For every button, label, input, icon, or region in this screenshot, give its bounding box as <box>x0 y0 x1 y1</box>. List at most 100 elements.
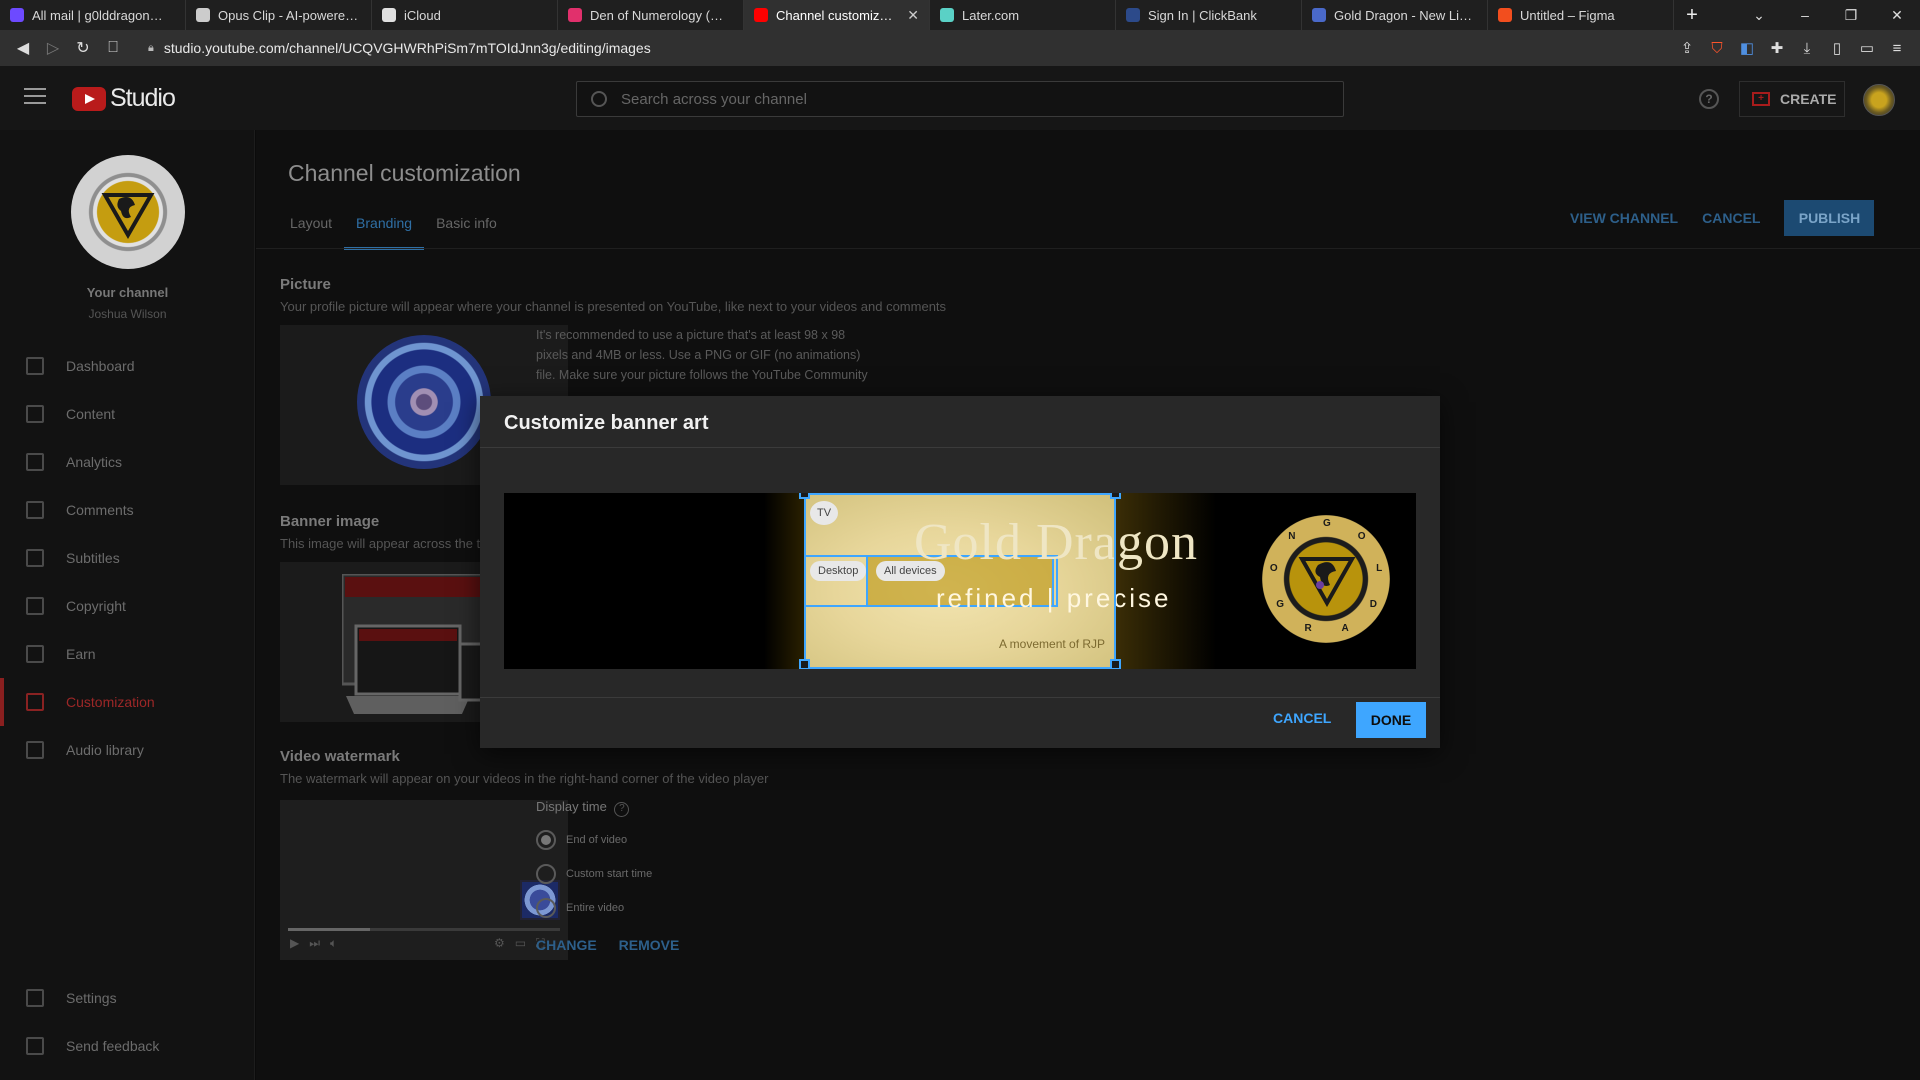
cancel-button[interactable]: CANCEL <box>1702 210 1760 226</box>
picture-desc: Your profile picture will appear where y… <box>280 299 947 314</box>
browser-tab-bar: All mail | g0lddragon@prot Opus Clip - AI… <box>0 0 1920 30</box>
emblem-letter: G <box>1276 599 1285 610</box>
sidebar-item-audio-library[interactable]: Audio library <box>0 726 255 774</box>
tab-label: Channel customization <box>776 7 900 23</box>
search-bar[interactable]: Search across your channel <box>576 81 1344 117</box>
channel-avatar[interactable] <box>71 155 185 269</box>
browser-tab[interactable]: iCloud <box>372 0 558 30</box>
minimize-icon[interactable]: – <box>1782 0 1828 30</box>
browser-tab[interactable]: All mail | g0lddragon@prot <box>0 0 186 30</box>
tab-list-icon[interactable]: ⌄ <box>1736 0 1782 30</box>
sidebar-item-label: Comments <box>66 502 134 518</box>
browser-tab[interactable]: Channel customization ✕ <box>744 0 930 30</box>
watermark-player-preview: ▶ ⏭ 🔈︎ ⚙ ▭ ⛶ <box>280 800 568 960</box>
display-time-option[interactable]: End of video <box>536 830 627 850</box>
banner-editor[interactable]: Gold Dragon refined | precise A movement… <box>504 493 1416 669</box>
sidebar-item-customization[interactable]: Customization <box>0 678 255 726</box>
emblem-letter: R <box>1304 622 1312 634</box>
create-label: CREATE <box>1780 91 1837 107</box>
display-time-label: Display time ? <box>536 799 630 817</box>
extensions-icon[interactable]: ✚ <box>1762 34 1792 62</box>
forward-icon[interactable]: ▷ <box>38 34 68 62</box>
tab-label: Gold Dragon - New LinkedI <box>1334 7 1477 23</box>
sidebar-item-dashboard[interactable]: Dashboard <box>0 342 255 390</box>
tab-basic-info[interactable]: Basic info <box>424 210 509 250</box>
radio-button[interactable] <box>536 898 556 918</box>
sidebar-item-label: Customization <box>66 694 155 710</box>
sidebar-item-earn[interactable]: Earn <box>0 630 255 678</box>
display-time-text: Display time <box>536 799 607 814</box>
crop-handle-bottom-right[interactable] <box>1110 659 1121 669</box>
tab-favicon-icon <box>1126 8 1140 22</box>
display-time-option[interactable]: Custom start time <box>536 864 652 884</box>
crop-handle-bottom-left[interactable] <box>799 659 810 669</box>
option-label: End of video <box>566 834 628 846</box>
close-window-icon[interactable]: ✕ <box>1874 0 1920 30</box>
emblem-letter: O <box>1357 530 1366 542</box>
tab-label: Sign In | ClickBank <box>1148 7 1257 23</box>
back-icon[interactable]: ◀ <box>8 34 38 62</box>
hamburger-menu-icon[interactable] <box>24 88 46 109</box>
wallet-icon[interactable]: ▭ <box>1852 34 1882 62</box>
restore-icon[interactable]: ❐ <box>1828 0 1874 30</box>
earn-icon <box>26 645 44 663</box>
copyright-icon <box>26 597 44 615</box>
brave-shield-icon[interactable]: ⛉ <box>1702 34 1732 62</box>
help-circle-icon[interactable]: ? <box>614 802 630 817</box>
browser-tab[interactable]: Gold Dragon - New LinkedI <box>1302 0 1488 30</box>
sidebar-item-label: Send feedback <box>66 1038 160 1054</box>
sidebar-item-settings[interactable]: Settings <box>0 974 255 1022</box>
sidebar-item-send-feedback[interactable]: Send feedback <box>0 1022 255 1070</box>
analytics-icon <box>26 453 44 471</box>
browser-tab[interactable]: Later.com <box>930 0 1116 30</box>
studio-logo[interactable]: Studio <box>72 84 176 113</box>
sidebar-item-copyright[interactable]: Copyright <box>0 582 255 630</box>
menu-icon[interactable]: ≡ <box>1882 34 1912 62</box>
search-placeholder: Search across your channel <box>621 90 807 108</box>
crop-handle-top-left[interactable] <box>799 493 810 499</box>
close-tab-icon[interactable]: ✕ <box>907 7 919 24</box>
publish-button[interactable]: PUBLISH <box>1784 200 1875 236</box>
tab-favicon-icon <box>940 8 954 22</box>
volume-icon: 🔈︎ <box>330 936 338 950</box>
page-tabs: Layout Branding Basic info <box>278 210 509 250</box>
reload-icon[interactable]: ↻ <box>68 34 98 62</box>
tab-layout[interactable]: Layout <box>278 210 344 250</box>
account-avatar[interactable] <box>1863 84 1895 116</box>
radio-button[interactable] <box>536 830 556 850</box>
radio-button[interactable] <box>536 864 556 884</box>
picture-info: It's recommended to use a picture that's… <box>536 328 868 382</box>
remove-watermark-button[interactable]: REMOVE <box>619 937 680 953</box>
content-icon <box>26 405 44 423</box>
sidebar-item-comments[interactable]: Comments <box>0 486 255 534</box>
channel-name: Joshua Wilson <box>88 307 167 321</box>
crop-handle-top-right[interactable] <box>1110 493 1121 499</box>
view-channel-button[interactable]: VIEW CHANNEL <box>1570 210 1678 226</box>
browser-tab[interactable]: Opus Clip - AI-powered Vid <box>186 0 372 30</box>
lock-icon: 🔒︎ <box>148 41 154 54</box>
sidebar-icon[interactable]: ▯ <box>1822 34 1852 62</box>
emblem-letter: G <box>1323 518 1331 529</box>
bookmark-icon[interactable]: ⎕ <box>98 34 128 62</box>
browser-tab[interactable]: Untitled – Figma <box>1488 0 1674 30</box>
share-icon[interactable]: ⇪ <box>1672 34 1702 62</box>
crop-frame[interactable] <box>804 493 1116 669</box>
tab-branding[interactable]: Branding <box>344 210 425 250</box>
change-watermark-button[interactable]: CHANGE <box>536 937 597 953</box>
create-button[interactable]: + CREATE <box>1739 81 1845 117</box>
bitwarden-icon[interactable]: ◧ <box>1732 34 1762 62</box>
browser-tab[interactable]: Den of Numerology (@den <box>558 0 744 30</box>
dialog-done-button[interactable]: DONE <box>1356 702 1426 738</box>
url-field[interactable]: 🔒︎ studio.youtube.com/channel/UCQVGHWRhP… <box>136 34 1664 62</box>
browser-tab[interactable]: Sign In | ClickBank <box>1116 0 1302 30</box>
sidebar-item-analytics[interactable]: Analytics <box>0 438 255 486</box>
dialog-cancel-button[interactable]: CANCEL <box>1273 710 1331 726</box>
help-icon[interactable]: ? <box>1699 89 1719 109</box>
sidebar-item-subtitles[interactable]: Subtitles <box>0 534 255 582</box>
new-tab-button[interactable]: + <box>1674 0 1710 30</box>
display-time-option[interactable]: Entire video <box>536 898 624 918</box>
tab-favicon-icon <box>10 8 24 22</box>
sidebar-item-content[interactable]: Content <box>0 390 255 438</box>
sidebar-item-label: Earn <box>66 646 96 662</box>
download-icon[interactable]: ⤓ <box>1792 34 1822 62</box>
